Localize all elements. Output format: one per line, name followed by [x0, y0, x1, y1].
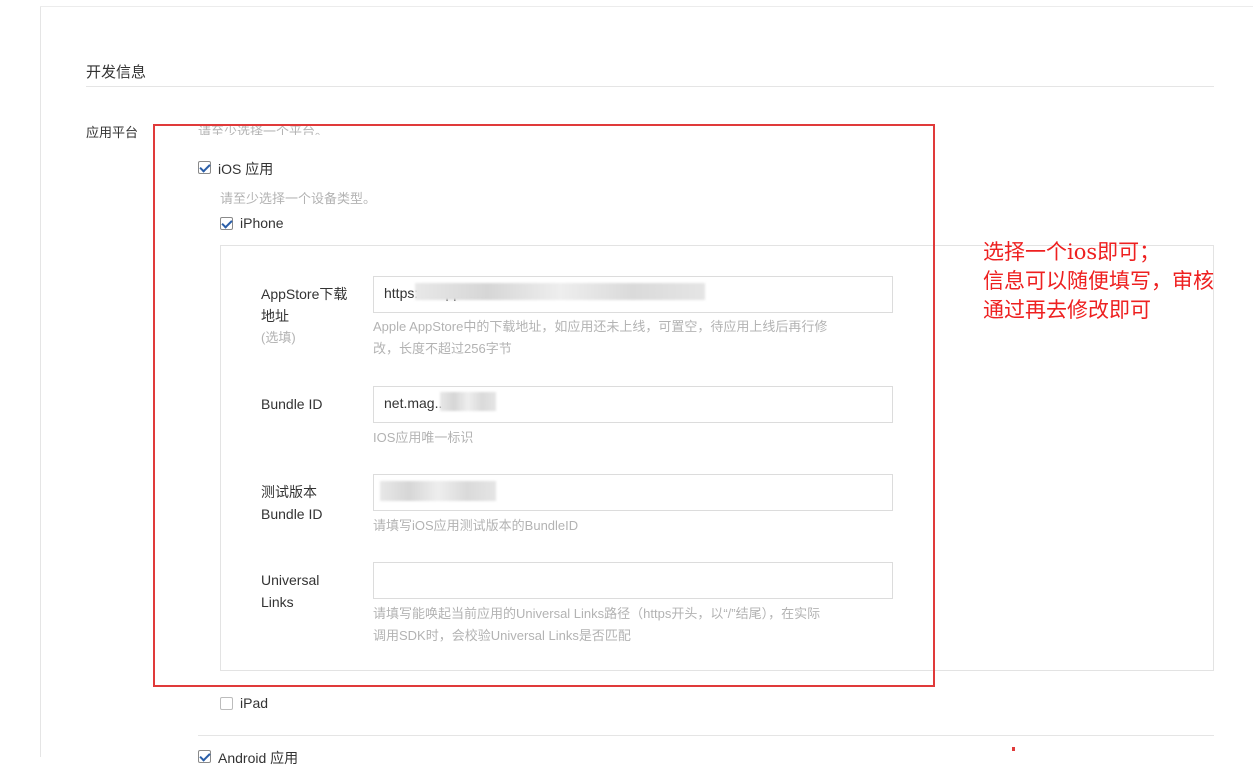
annotation-line3: 通过再去修改即可 — [983, 298, 1151, 322]
annotation-line2: 信息可以随便填写，审核 — [983, 269, 1214, 293]
content-left-border — [40, 6, 41, 757]
highlight-box — [153, 124, 935, 687]
platform-label: 应用平台 — [86, 125, 139, 140]
section-divider — [86, 86, 1214, 87]
content-top-border — [40, 6, 1253, 7]
ipad-checkbox[interactable] — [220, 697, 233, 710]
section-title: 开发信息 — [86, 64, 147, 81]
platform-divider — [198, 735, 1214, 736]
ipad-label[interactable]: iPad — [240, 695, 268, 711]
android-label[interactable]: Android 应用 — [218, 748, 298, 768]
annotation-note: 选择一个ios即可； 信息可以随便填写，审核 通过再去修改即可 — [983, 238, 1253, 325]
annotation-line1: 选择一个ios即可； — [983, 240, 1161, 264]
annotation-mark — [1012, 747, 1015, 751]
